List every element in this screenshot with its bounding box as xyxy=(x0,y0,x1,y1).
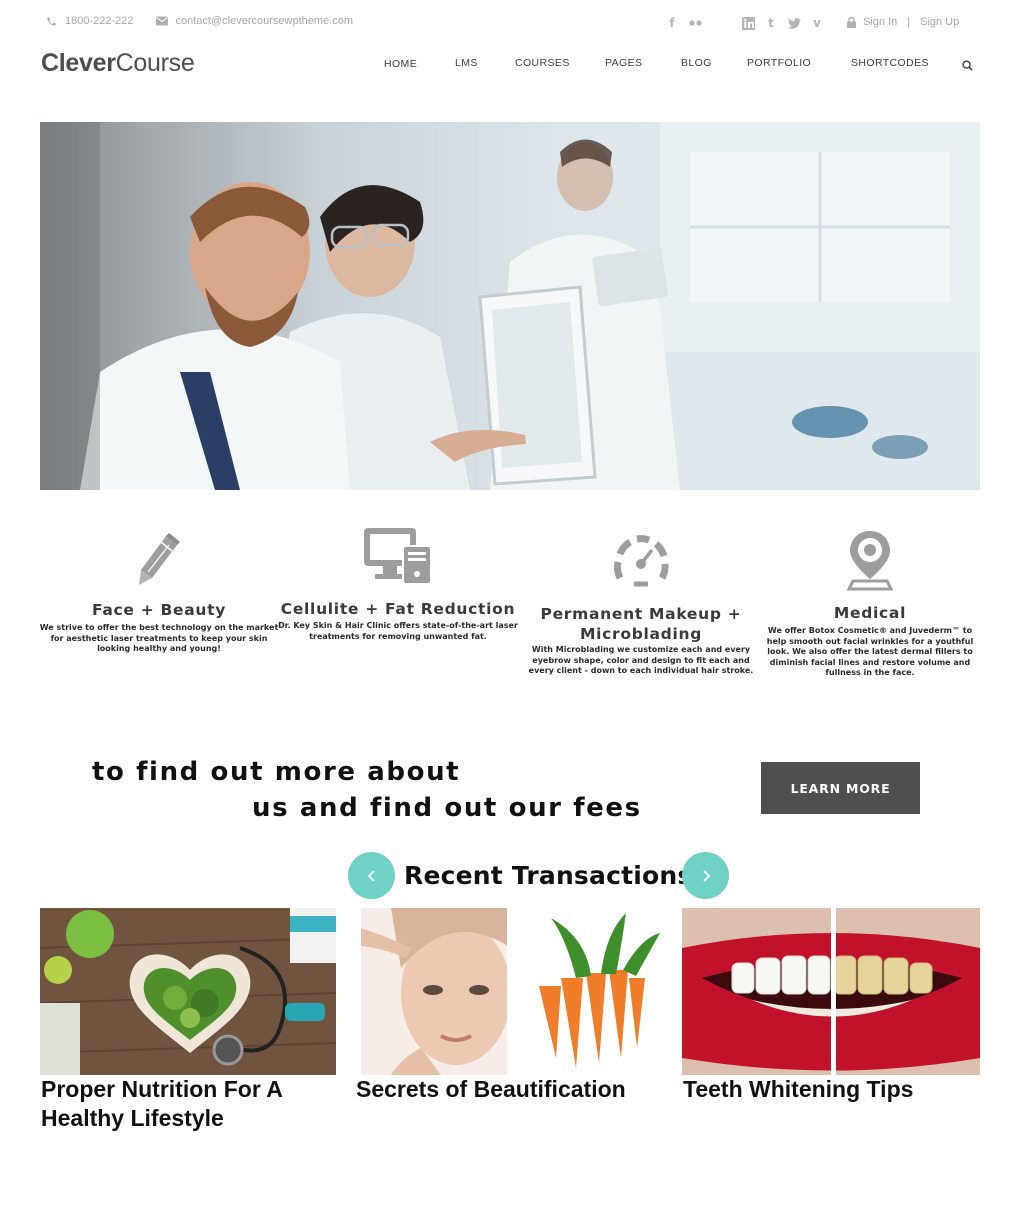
post-title-nutrition[interactable]: Proper Nutrition For A Healthy Lifestyle xyxy=(41,1075,341,1133)
phone-item: 1800-222-222 xyxy=(46,15,134,27)
phone-number: 1800-222-222 xyxy=(65,15,134,27)
pencil-icon xyxy=(139,533,180,585)
envelope-icon xyxy=(155,16,168,26)
sign-in-link[interactable]: Sign In xyxy=(863,16,897,28)
feature-description: With Microblading we customize each and … xyxy=(528,645,754,675)
nav-item-shortcodes[interactable]: SHORTCODES xyxy=(851,57,929,69)
email-item[interactable]: contact@clevercoursewptheme.com xyxy=(155,15,353,27)
search-icon[interactable] xyxy=(962,58,973,76)
top-bar: 1800-222-222 contact@clevercoursewptheme… xyxy=(0,0,1020,44)
feature-description: Dr. Key Skin & Hair Clinic offers state-… xyxy=(278,621,518,641)
feature-permanent-makeup: Permanent Makeup + Microblading With Mic… xyxy=(528,534,754,677)
carousel-next-button[interactable] xyxy=(682,852,729,899)
teeth-image xyxy=(682,908,980,1075)
feature-title: Face + Beauty xyxy=(91,601,227,619)
vimeo-icon[interactable]: v xyxy=(810,16,824,30)
computer-icon xyxy=(364,528,432,585)
lock-icon xyxy=(847,16,856,28)
section-title: Recent Transactions xyxy=(404,861,693,890)
nav-item-blog[interactable]: BLOG xyxy=(681,57,712,69)
email-address[interactable]: contact@clevercoursewptheme.com xyxy=(176,15,353,27)
flickr-icon[interactable] xyxy=(688,16,702,30)
hero-illustration xyxy=(40,122,980,490)
feature-title: Cellulite + Fat Reduction xyxy=(280,600,516,618)
feature-cellulite: Cellulite + Fat Reduction Dr. Key Skin &… xyxy=(278,526,518,642)
facebook-icon[interactable]: f xyxy=(665,16,679,30)
main-nav: HOME LMS COURSES PAGES BLOG PORTFOLIO SH… xyxy=(0,57,1020,73)
nav-item-courses[interactable]: COURSES xyxy=(515,57,570,69)
learn-more-button[interactable]: LEARN MORE xyxy=(761,762,920,814)
hero-image xyxy=(40,122,980,490)
feature-title-line1: Permanent Makeup + xyxy=(540,605,742,623)
nav-item-portfolio[interactable]: PORTFOLIO xyxy=(747,57,811,69)
twitter-icon[interactable] xyxy=(787,16,801,30)
post-thumbnail-nutrition[interactable] xyxy=(40,908,336,1075)
social-links: f t v xyxy=(665,16,833,30)
nav-item-pages[interactable]: PAGES xyxy=(605,57,642,69)
map-pin-icon xyxy=(847,531,893,591)
auth-links: Sign In | Sign Up xyxy=(847,16,959,28)
feature-face-beauty: Face + Beauty We strive to offer the bes… xyxy=(38,530,280,655)
cta-heading-line1: to find out more about xyxy=(92,757,461,787)
feature-title-line2: Microblading xyxy=(579,625,703,643)
feature-title: Permanent Makeup + Microblading xyxy=(528,604,754,644)
nav-item-lms[interactable]: LMS xyxy=(455,57,478,69)
linkedin-icon[interactable] xyxy=(741,16,755,30)
contact-info: 1800-222-222 contact@clevercoursewptheme… xyxy=(46,15,375,27)
tumblr-icon[interactable]: t xyxy=(764,16,778,30)
post-title-beautification[interactable]: Secrets of Beautification xyxy=(356,1075,666,1104)
post-thumbnail-teeth[interactable] xyxy=(682,908,980,1075)
cta-heading-line2: us and find out our fees xyxy=(252,793,642,823)
nutrition-image xyxy=(40,908,336,1075)
post-thumbnail-beautification[interactable] xyxy=(361,908,660,1075)
sign-up-link[interactable]: Sign Up xyxy=(920,16,959,28)
feature-medical: Medical We offer Botox Cosmetic® and Juv… xyxy=(760,529,980,679)
beautification-image xyxy=(361,908,660,1075)
nav-item-home[interactable]: HOME xyxy=(384,58,417,70)
feature-title: Medical xyxy=(833,604,907,622)
speedometer-icon xyxy=(613,535,669,587)
post-title-line1[interactable]: Proper Nutrition For A xyxy=(41,1075,341,1104)
feature-description: We offer Botox Cosmetic® and Juvederm™ t… xyxy=(766,626,974,677)
phone-icon xyxy=(47,16,56,26)
chevron-left-icon xyxy=(367,869,375,882)
carousel-prev-button[interactable] xyxy=(348,852,395,899)
auth-separator: | xyxy=(907,16,911,28)
post-title-line2[interactable]: Healthy Lifestyle xyxy=(41,1104,341,1133)
feature-description: We strive to offer the best technology o… xyxy=(39,623,279,653)
chevron-right-icon xyxy=(702,869,710,882)
post-title-teeth[interactable]: Teeth Whitening Tips xyxy=(683,1075,980,1104)
